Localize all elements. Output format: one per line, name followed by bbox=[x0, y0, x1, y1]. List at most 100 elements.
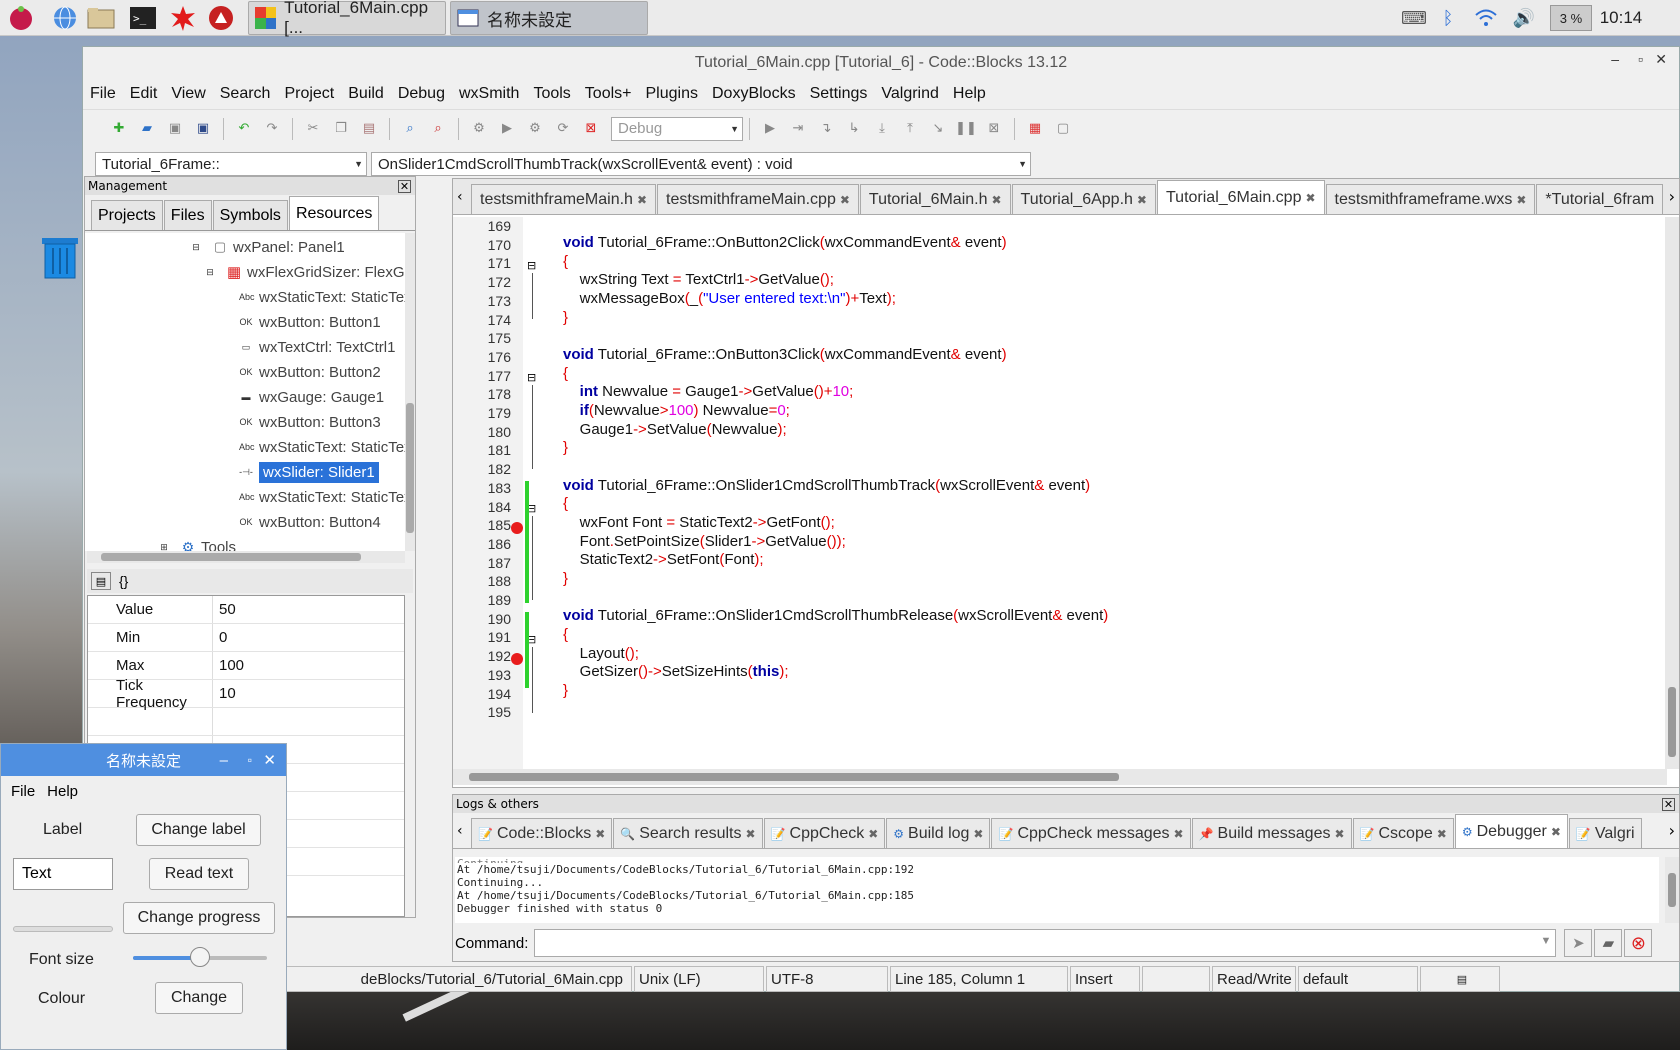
tab-cppcheck[interactable]: 📝 CppCheck ✖ bbox=[763, 818, 886, 848]
menu-view[interactable]: View bbox=[164, 85, 212, 103]
close-tab-icon[interactable]: ✖ bbox=[1137, 193, 1147, 207]
menu-file[interactable]: File bbox=[83, 85, 123, 103]
menu-tools-plus[interactable]: Tools+ bbox=[578, 85, 639, 103]
run-icon[interactable]: ▶ bbox=[496, 118, 518, 140]
menu-tools[interactable]: Tools bbox=[526, 85, 577, 103]
next-line-icon[interactable]: ↴ bbox=[815, 118, 837, 140]
raspberry-menu-icon[interactable] bbox=[6, 3, 36, 33]
tab-build-log[interactable]: ⚙ Build log ✖ bbox=[886, 818, 991, 848]
task-codeblocks[interactable]: Tutorial_6Main.cpp [... bbox=[248, 0, 446, 37]
properties-list-icon[interactable]: ▤ bbox=[91, 572, 111, 590]
maximize-icon[interactable]: ▫ bbox=[1638, 51, 1643, 67]
cut-icon[interactable]: ✂ bbox=[302, 118, 324, 140]
close-tab-icon[interactable]: ✖ bbox=[973, 827, 983, 841]
build-target-select[interactable]: Debug ▼ bbox=[611, 116, 743, 141]
text-input[interactable]: Text bbox=[13, 858, 113, 890]
menu-wxsmith[interactable]: wxSmith bbox=[452, 85, 526, 103]
trash-icon[interactable] bbox=[38, 230, 82, 280]
property-row[interactable]: Value 50 bbox=[88, 596, 404, 624]
fold-icon[interactable]: ⊟ bbox=[527, 371, 536, 384]
tree-horizontal-scrollbar[interactable] bbox=[87, 551, 405, 563]
menu-plugins[interactable]: Plugins bbox=[639, 85, 705, 103]
close-tab-icon[interactable]: ✖ bbox=[1305, 191, 1315, 205]
tree-item[interactable]: ⊟ ▢ wxPanel: Panel1 bbox=[189, 235, 345, 259]
new-file-icon[interactable]: ✚ bbox=[108, 118, 130, 140]
tree-item[interactable]: OK wxButton: Button4 bbox=[239, 510, 380, 534]
step-instruction-icon[interactable]: ↘ bbox=[927, 118, 949, 140]
breakpoint-icon[interactable] bbox=[511, 653, 523, 665]
slider-thumb[interactable] bbox=[190, 947, 210, 967]
menu-debug[interactable]: Debug bbox=[391, 85, 452, 103]
command-input[interactable]: ▼ bbox=[534, 929, 1557, 957]
tree-item[interactable]: ▭ wxTextCtrl: TextCtrl1 bbox=[239, 335, 396, 359]
close-tab-icon[interactable]: ✖ bbox=[637, 193, 647, 207]
menu-settings[interactable]: Settings bbox=[803, 85, 875, 103]
bluetooth-icon[interactable]: ᛒ bbox=[1436, 5, 1460, 31]
menu-help[interactable]: Help bbox=[946, 85, 993, 103]
debug-windows-icon[interactable]: ▦ bbox=[1024, 118, 1046, 140]
collapse-icon[interactable]: ⊟ bbox=[203, 267, 217, 278]
close-tab-icon[interactable]: ✖ bbox=[868, 827, 878, 841]
editor-horizontal-scrollbar[interactable] bbox=[453, 769, 1667, 785]
wifi-icon[interactable] bbox=[1472, 5, 1500, 31]
tree-item[interactable]: OK wxButton: Button2 bbox=[239, 360, 380, 384]
read-text-button[interactable]: Read text bbox=[149, 858, 249, 890]
property-row[interactable] bbox=[88, 708, 404, 736]
tab-cscope[interactable]: 📝 Cscope ✖ bbox=[1352, 818, 1454, 848]
volume-icon[interactable]: 🔊 bbox=[1510, 5, 1538, 31]
change-progress-button[interactable]: Change progress bbox=[123, 902, 275, 934]
close-icon[interactable]: ✕ bbox=[1662, 797, 1675, 811]
tree-item-selected[interactable]: -⊣- wxSlider: Slider1 bbox=[239, 460, 379, 484]
events-braces-icon[interactable]: {} bbox=[119, 573, 128, 589]
close-tab-icon[interactable]: ✖ bbox=[1334, 827, 1344, 841]
tab-symbols[interactable]: Symbols bbox=[212, 200, 288, 230]
font-size-slider[interactable] bbox=[133, 947, 267, 967]
close-tab-icon[interactable]: ✖ bbox=[840, 193, 850, 207]
tree-item[interactable]: ⊞ ⚙ Tools bbox=[157, 535, 236, 552]
function-select[interactable]: OnSlider1CmdScrollThumbTrack(wxScrollEve… bbox=[371, 152, 1031, 176]
tab-debugger[interactable]: ⚙ Debugger ✖ bbox=[1454, 814, 1568, 848]
close-icon[interactable]: ✕ bbox=[263, 751, 276, 769]
replace-icon[interactable]: ⌕ bbox=[427, 118, 449, 140]
close-tab-icon[interactable]: ✖ bbox=[1516, 193, 1526, 207]
copy-icon[interactable]: ❐ bbox=[330, 118, 352, 140]
tab-resources[interactable]: Resources bbox=[288, 196, 380, 230]
tab-tutorial-6frame-wxs[interactable]: *Tutorial_6fram bbox=[1536, 184, 1664, 214]
tree-item[interactable]: OK wxButton: Button1 bbox=[239, 310, 380, 334]
tab-valgrind[interactable]: 📝 Valgri bbox=[1568, 818, 1642, 848]
menu-edit[interactable]: Edit bbox=[123, 85, 165, 103]
find-icon[interactable]: ⌕ bbox=[399, 118, 421, 140]
task-wx-app[interactable]: 名称未設定 bbox=[450, 1, 648, 35]
tab-tutorial-6main-h[interactable]: Tutorial_6Main.h ✖ bbox=[859, 184, 1011, 214]
menu-search[interactable]: Search bbox=[213, 85, 278, 103]
next-instruction-icon[interactable]: ↳ bbox=[843, 118, 865, 140]
tab-codeblocks-log[interactable]: 📝 Code::Blocks ✖ bbox=[471, 818, 613, 848]
source-code[interactable]: void Tutorial_6Frame::OnButton2Click(wxC… bbox=[543, 217, 1661, 769]
run-to-cursor-icon[interactable]: ⇥ bbox=[787, 118, 809, 140]
open-icon[interactable]: ▰ bbox=[136, 118, 158, 140]
editor-vertical-scrollbar[interactable] bbox=[1665, 217, 1679, 769]
step-out-icon[interactable]: ⤒ bbox=[899, 118, 921, 140]
maximize-icon[interactable]: ▫ bbox=[248, 753, 252, 767]
tab-projects[interactable]: Projects bbox=[91, 200, 163, 230]
tab-scroll-left-icon[interactable]: ‹ bbox=[457, 823, 463, 839]
scope-select[interactable]: Tutorial_6Frame:: ▼ bbox=[95, 152, 367, 176]
file-manager-icon[interactable] bbox=[86, 3, 116, 33]
menu-valgrind[interactable]: Valgrind bbox=[874, 85, 946, 103]
rebuild-icon[interactable]: ⟳ bbox=[552, 118, 574, 140]
minimize-icon[interactable]: – bbox=[220, 752, 228, 769]
send-command-icon[interactable]: ➤ bbox=[1564, 929, 1593, 957]
close-tab-icon[interactable]: ✖ bbox=[1437, 827, 1447, 841]
app-menu-file[interactable]: File bbox=[11, 783, 35, 800]
tab-files[interactable]: Files bbox=[163, 200, 212, 230]
save-icon[interactable]: ▣ bbox=[164, 118, 186, 140]
browser-globe-icon[interactable] bbox=[50, 3, 80, 33]
tab-scroll-left-icon[interactable]: ‹ bbox=[457, 189, 463, 205]
math-burst-icon[interactable] bbox=[168, 3, 198, 33]
clear-icon[interactable]: ⊗ bbox=[1624, 929, 1653, 957]
debugger-output[interactable]: Continuing... At /home/tsuji/Documents/C… bbox=[455, 857, 1659, 923]
build-gear-icon[interactable]: ⚙ bbox=[468, 118, 490, 140]
terminal-icon[interactable]: >_ bbox=[128, 3, 158, 33]
info-icon[interactable]: ▢ bbox=[1052, 118, 1074, 140]
menu-doxyblocks[interactable]: DoxyBlocks bbox=[705, 85, 803, 103]
